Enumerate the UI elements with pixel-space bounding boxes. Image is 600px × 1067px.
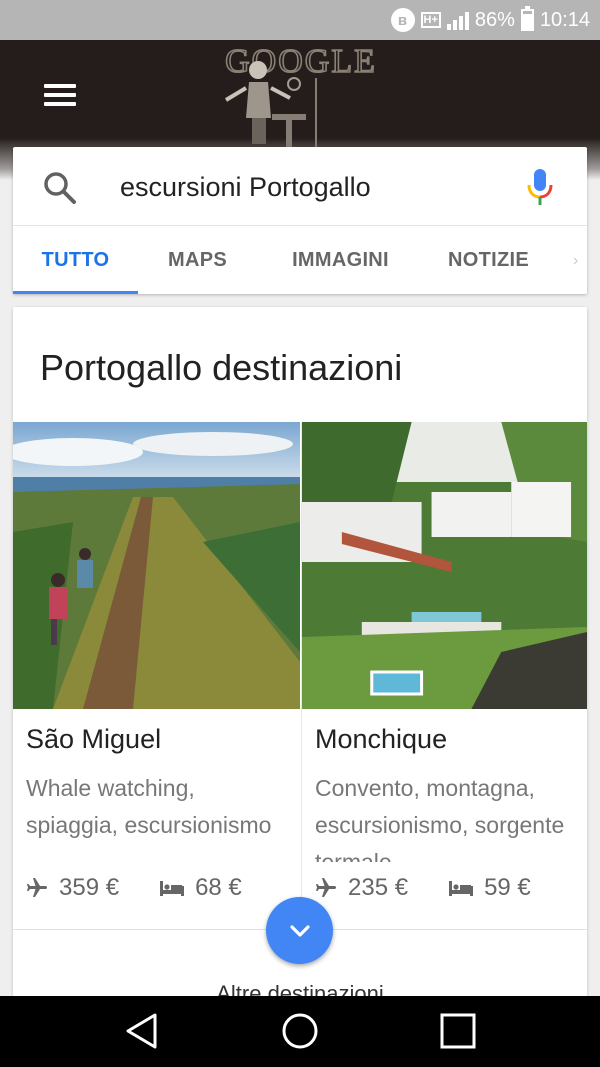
recent-apps-icon[interactable] — [440, 1013, 476, 1049]
hotel-price: 59 € — [484, 874, 531, 901]
tabs-overflow-indicator: › — [573, 251, 579, 269]
hamburger-menu-icon[interactable] — [44, 84, 76, 106]
destination-card-sao-miguel[interactable]: São Miguel Whale watching, spiaggia, esc… — [13, 422, 300, 929]
destination-name: São Miguel — [26, 724, 162, 754]
flight-price: 359 € — [59, 874, 120, 901]
network-type-icon: H+ — [420, 12, 441, 28]
destination-description: Convento, montagna, escursionismo, sorge… — [315, 775, 565, 862]
system-nav-bar — [0, 996, 600, 1067]
destination-card-monchique[interactable]: Monchique Convento, montagna, escursioni… — [301, 422, 587, 929]
signal-icon — [446, 10, 469, 30]
tab-immagini[interactable]: IMMAGINI — [257, 227, 424, 294]
status-icons: ʙ H+ 86% 10:14 — [390, 0, 590, 40]
battery-percent: 86% — [474, 8, 515, 31]
plane-icon — [27, 878, 47, 897]
google-doodle[interactable]: GOOGLE — [216, 42, 386, 150]
doodle-logo-text: GOOGLE — [225, 43, 377, 80]
back-icon[interactable] — [124, 1012, 158, 1050]
tab-maps[interactable]: MAPS — [138, 227, 257, 294]
mic-icon[interactable] — [524, 167, 556, 207]
price-row: 235 € 59 € — [314, 874, 531, 902]
tab-notizie[interactable]: NOTIZIE — [424, 227, 553, 294]
destination-name: Monchique — [315, 724, 448, 754]
search-bar — [13, 147, 587, 226]
destination-photo — [302, 422, 587, 709]
expand-button[interactable] — [266, 897, 333, 964]
chevron-down-icon — [289, 924, 310, 937]
plane-icon — [316, 878, 336, 897]
search-tabs: TUTTO MAPS IMMAGINI NOTIZIE — [13, 227, 587, 294]
flight-price: 235 € — [348, 874, 409, 901]
price-row: 359 € 68 € — [25, 874, 242, 902]
search-card: TUTTO MAPS IMMAGINI NOTIZIE › — [13, 147, 587, 294]
card-title: Portogallo destinazioni — [40, 347, 403, 388]
tab-tutto[interactable]: TUTTO — [13, 227, 138, 294]
bed-icon — [449, 881, 474, 896]
destination-description: Whale watching, spiaggia, escursionismo — [26, 775, 272, 838]
bluetooth-icon: ʙ — [390, 8, 415, 32]
search-icon[interactable] — [41, 169, 79, 207]
search-input[interactable] — [120, 167, 510, 207]
battery-icon — [520, 6, 534, 31]
bed-icon — [160, 881, 185, 896]
clock: 10:14 — [539, 8, 590, 31]
hotel-price: 68 € — [195, 874, 242, 901]
home-icon[interactable] — [281, 1012, 319, 1050]
status-bar: ʙ H+ 86% 10:14 — [0, 0, 600, 40]
destination-photo — [13, 422, 300, 709]
